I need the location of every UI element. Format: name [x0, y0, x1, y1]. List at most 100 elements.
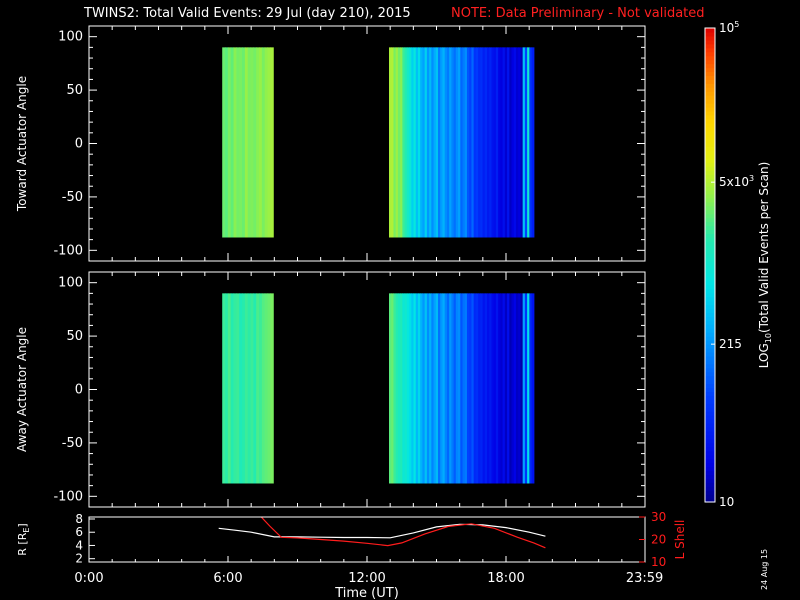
colorbar-segment-7: [705, 470, 715, 475]
colorbar-segment-106: [705, 79, 715, 84]
xtick-label-2: 12:00: [348, 571, 385, 586]
colorbar-segment-13: [705, 446, 715, 452]
colorbar-segment-48: [705, 308, 715, 313]
colorbar-segment-91: [705, 138, 715, 144]
xtick-label-3: 18:00: [487, 571, 524, 586]
colorbar-segment-83: [705, 170, 715, 175]
panel-frame-1: [88, 25, 646, 262]
colorbar-segment-64: [705, 245, 715, 250]
colorbar-segment-16: [705, 434, 715, 440]
colorbar-segment-20: [705, 419, 715, 424]
colorbar-segment-105: [705, 83, 715, 88]
colorbar-segment-23: [705, 407, 715, 412]
colorbar-segment-33: [705, 367, 715, 373]
colorbar-segment-61: [705, 257, 715, 262]
colorbar-segment-31: [705, 375, 715, 381]
colorbar-segment-5: [705, 478, 715, 483]
colorbar-segment-43: [705, 328, 715, 333]
colorbar-segment-14: [705, 442, 715, 448]
colorbar-segment-27: [705, 391, 715, 396]
colorbar-segment-74: [705, 205, 715, 211]
colorbar-segment-8: [705, 466, 715, 471]
ytick-label-left-4: 4: [75, 538, 83, 552]
colorbar-label: LOG10(Total Valid Events per Scan): [757, 162, 773, 369]
colorbar-segment-32: [705, 371, 715, 377]
colorbar-segment-58: [705, 268, 715, 274]
colorbar-segment-70: [705, 221, 715, 227]
heatmap-cell-p2-s1-17: [270, 293, 274, 484]
colorbar-segment-41: [705, 336, 715, 341]
colorbar-segment-19: [705, 423, 715, 428]
ytick-label-p2-100: 100: [58, 276, 83, 291]
colorbar-segment-53: [705, 288, 715, 294]
xtick-label-1: 6:00: [213, 571, 242, 586]
colorbar-segment-18: [705, 426, 715, 432]
colorbar-segment-99: [705, 107, 715, 112]
colorbar-segment-25: [705, 399, 715, 404]
colorbar-segment-11: [705, 454, 715, 460]
heatmap-cell-p1-s1-17: [270, 47, 274, 238]
colorbar-segment-46: [705, 316, 715, 321]
colorbar-segment-87: [705, 154, 715, 159]
ytick-label-right-30: 30: [651, 510, 666, 524]
ytick-label-left-2: 2: [75, 552, 83, 566]
colorbar-segment-30: [705, 379, 715, 385]
colorbar-segment-75: [705, 201, 715, 207]
ytick-label-p2-50: 50: [66, 329, 83, 344]
colorbar-segment-39: [705, 344, 715, 349]
ytick-label-p2-0: 0: [75, 383, 83, 398]
colorbar-segment-51: [705, 296, 715, 302]
twins-chart: 100500-50-100Toward Actuator Angle100500…: [15, 20, 773, 600]
ytick-label-right-20: 20: [651, 533, 666, 547]
colorbar-segment-86: [705, 158, 715, 163]
colorbar-segment-77: [705, 193, 715, 199]
ytick-label-p1--50: -50: [62, 190, 83, 205]
colorbar-segment-52: [705, 292, 715, 298]
xaxis-label: Time (UT): [334, 586, 399, 600]
colorbar-segment-47: [705, 312, 715, 317]
colorbar-segment-78: [705, 189, 715, 195]
colorbar-segment-12: [705, 450, 715, 456]
colorbar-segment-54: [705, 284, 715, 290]
colorbar-segment-69: [705, 225, 715, 231]
heatmap-cell-p1-s2-64: [531, 47, 535, 238]
colorbar-segment-44: [705, 324, 715, 329]
colorbar-segment-36: [705, 355, 715, 361]
colorbar-segment-76: [705, 197, 715, 203]
xtick-label-0: 0:00: [74, 571, 103, 586]
colorbar-segment-66: [705, 237, 715, 242]
colorbar-segment-111: [705, 59, 715, 65]
colorbar-segment-45: [705, 320, 715, 325]
colorbar-segment-103: [705, 91, 715, 96]
colorbar-segment-95: [705, 122, 715, 128]
colorbar-segment-34: [705, 363, 715, 369]
colorbar-segment-101: [705, 99, 715, 104]
colorbar-tick-label-2: 215: [719, 337, 742, 351]
colorbar-tick-label-0: 105: [719, 20, 739, 35]
colorbar-segment-85: [705, 162, 715, 167]
colorbar-segment-98: [705, 110, 715, 116]
colorbar-segment-56: [705, 276, 715, 282]
panel-frame-2: [88, 271, 646, 508]
colorbar-segment-108: [705, 71, 715, 76]
ytick-label-left-8: 8: [75, 512, 83, 526]
colorbar-segment-57: [705, 272, 715, 278]
colorbar-segment-4: [705, 482, 715, 487]
ylabel-panel-2: Away Actuator Angle: [15, 327, 29, 452]
colorbar-segment-10: [705, 458, 715, 464]
ylabel-r-re: R [RE]: [16, 523, 31, 555]
ytick-label-p1-50: 50: [66, 83, 83, 98]
colorbar-segment-29: [705, 383, 715, 389]
colorbar-segment-100: [705, 103, 715, 108]
ylabel-panel-1: Toward Actuator Angle: [15, 76, 29, 212]
colorbar-segment-93: [705, 130, 715, 136]
colorbar-segment-88: [705, 150, 715, 155]
colorbar-segment-15: [705, 438, 715, 444]
xtick-label-4: 23:59: [626, 571, 663, 586]
colorbar-segment-97: [705, 114, 715, 120]
colorbar-segment-79: [705, 186, 715, 191]
colorbar-segment-17: [705, 430, 715, 436]
ytick-label-p1-0: 0: [75, 137, 83, 152]
colorbar-segment-116: [705, 39, 715, 45]
colorbar-segment-119: [705, 28, 715, 33]
